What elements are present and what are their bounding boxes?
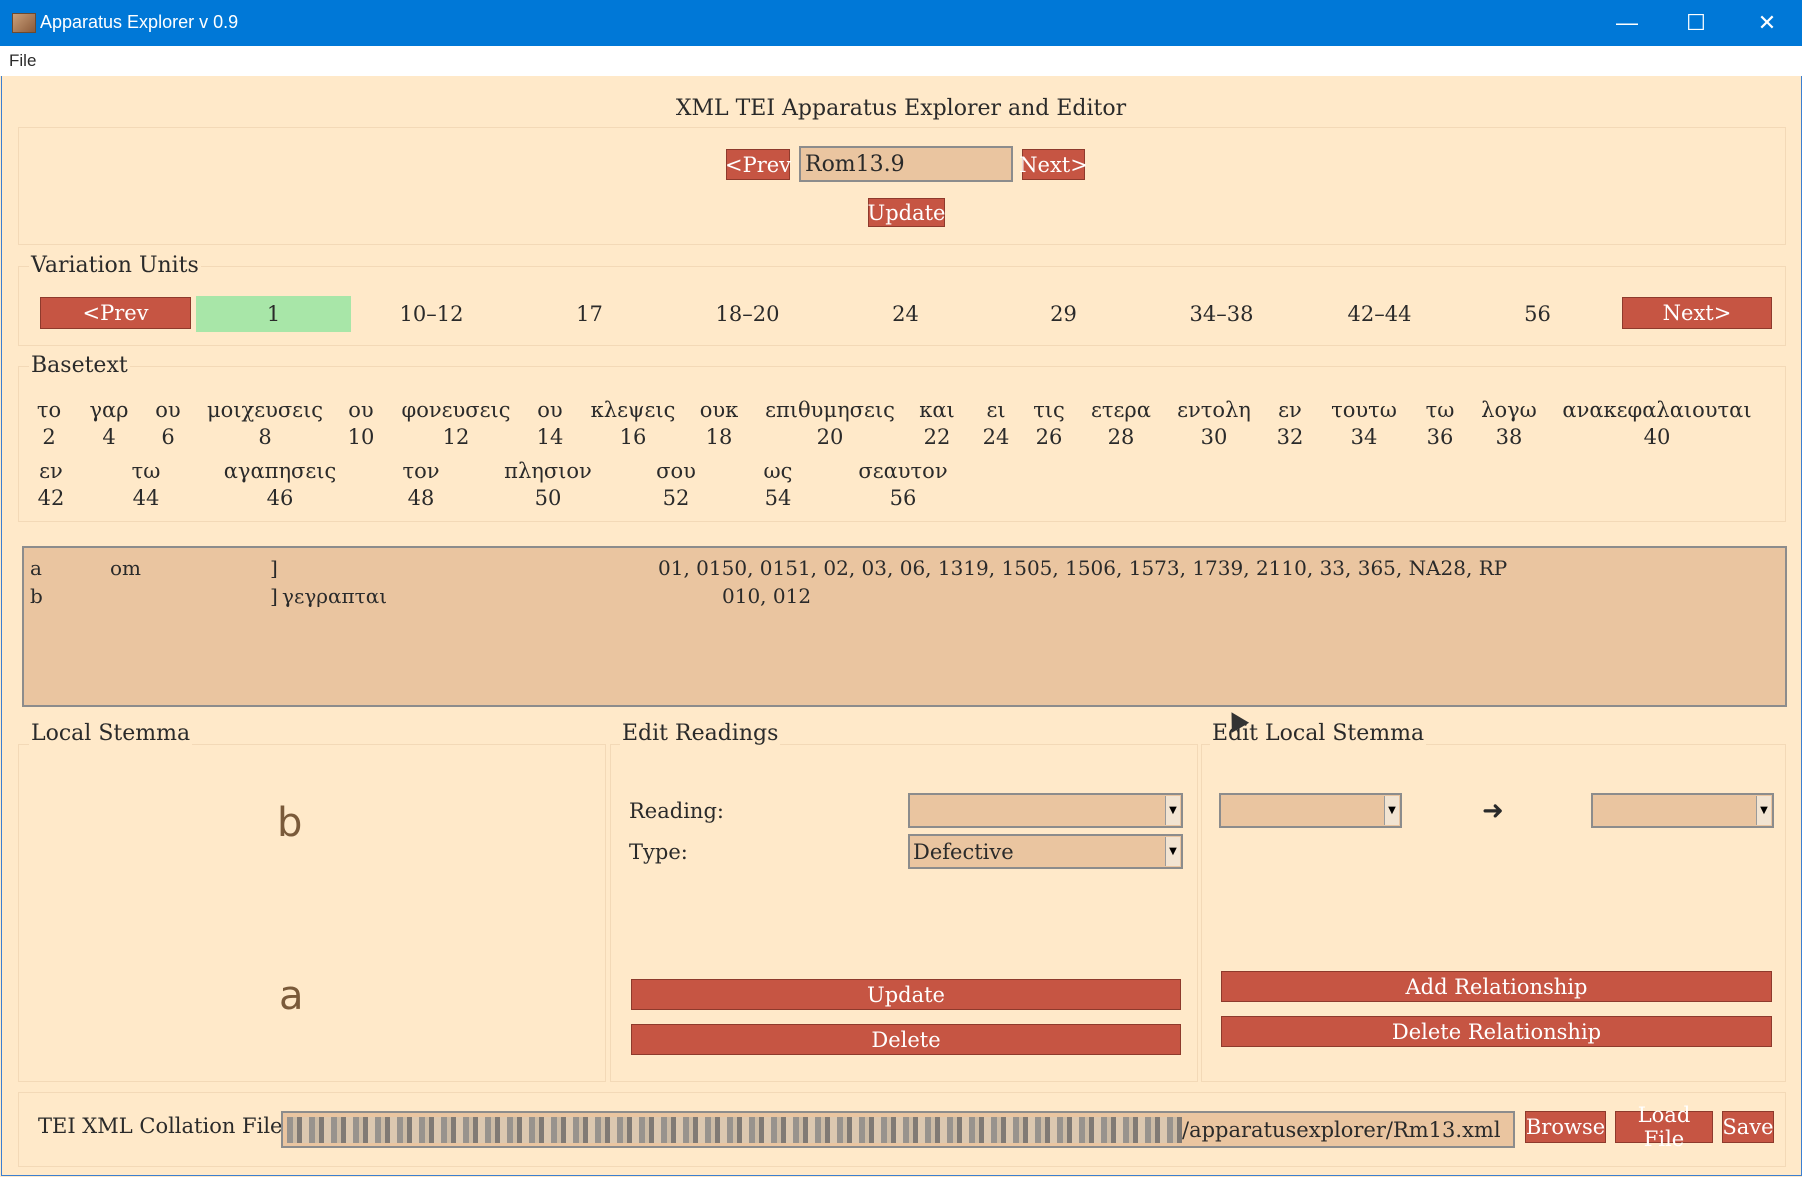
dropdown-arrow-icon[interactable]: ▼ <box>1756 796 1771 825</box>
maximize-icon[interactable]: ☐ <box>1661 0 1731 46</box>
reading-bracket: ] <box>270 556 278 580</box>
verse-input[interactable]: Rom13.9 <box>799 146 1013 182</box>
app-icon <box>12 13 36 33</box>
variation-unit-item[interactable]: 34–38 <box>1144 296 1299 332</box>
redacted-path <box>287 1116 1182 1143</box>
reading-witnesses: 010, 012 <box>722 584 812 608</box>
variation-unit-item[interactable]: 10–12 <box>354 296 509 332</box>
basetext-word-index: 40 <box>1643 425 1671 449</box>
readings-list[interactable]: a om ] 01, 0150, 0151, 02, 03, 06, 1319,… <box>22 546 1787 707</box>
variation-unit-item[interactable]: 24 <box>828 296 983 332</box>
stemma-to-select[interactable]: ▼ <box>1591 793 1774 828</box>
basetext-word-text: σεαυτον <box>858 459 948 483</box>
vu-next-button[interactable]: Next> <box>1622 297 1772 329</box>
verse-prev-button[interactable]: <Prev <box>725 149 791 180</box>
reading-field-label: Reading: <box>629 799 724 823</box>
type-select-value: Defective <box>913 839 1014 864</box>
vu-prev-button[interactable]: <Prev <box>40 297 191 329</box>
page-title: XML TEI Apparatus Explorer and Editor <box>675 96 1127 121</box>
variation-unit-item[interactable]: 18–20 <box>670 296 825 332</box>
collation-file-label: TEI XML Collation File: <box>38 1114 290 1138</box>
basetext-word[interactable]: σεαυτον 56 <box>803 458 1003 512</box>
basetext-label: Basetext <box>29 353 130 378</box>
minimize-icon[interactable]: — <box>1592 0 1662 46</box>
local-stemma-frame <box>18 744 606 1082</box>
verse-update-button[interactable]: Update <box>868 198 946 227</box>
reading-bracket: ] <box>270 584 278 608</box>
arrow-right-icon: ➜ <box>1482 796 1504 826</box>
reading-select[interactable]: ▼ <box>908 793 1183 828</box>
dropdown-arrow-icon[interactable]: ▼ <box>1165 837 1180 866</box>
edit-readings-label: Edit Readings <box>620 721 781 746</box>
verse-next-button[interactable]: Next> <box>1019 149 1088 180</box>
type-select[interactable]: Defective ▼ <box>908 834 1183 869</box>
menu-file[interactable]: File <box>9 51 36 71</box>
dropdown-arrow-icon[interactable]: ▼ <box>1165 796 1180 825</box>
dropdown-arrow-icon[interactable]: ▼ <box>1384 796 1399 825</box>
reading-id: a <box>30 556 42 580</box>
reading-text: om <box>110 556 142 580</box>
variation-unit-item[interactable]: 17 <box>512 296 667 332</box>
basetext-word[interactable]: ανακεφαλαιουται 40 <box>1557 397 1757 451</box>
reading-delete-button[interactable]: Delete <box>631 1024 1181 1055</box>
stemma-node[interactable]: b <box>277 800 302 846</box>
variation-units-label: Variation Units <box>29 253 201 278</box>
save-button[interactable]: Save <box>1722 1111 1774 1143</box>
local-stemma-label: Local Stemma <box>29 721 193 746</box>
variation-unit-item[interactable]: 42–44 <box>1302 296 1457 332</box>
add-relationship-button[interactable]: Add Relationship <box>1221 971 1772 1002</box>
reading-id: b <box>30 584 43 608</box>
reading-witnesses: 01, 0150, 0151, 02, 03, 06, 1319, 1505, … <box>658 556 1508 580</box>
type-field-label: Type: <box>629 840 688 864</box>
basetext-word-text: ανακεφαλαιουται <box>1562 398 1752 422</box>
menu-bar: File <box>0 46 1802 76</box>
reading-greek: γεγραπται <box>282 584 388 608</box>
stemma-node[interactable]: a <box>279 973 304 1019</box>
stemma-from-select[interactable]: ▼ <box>1219 793 1402 828</box>
variation-unit-item[interactable]: 29 <box>986 296 1141 332</box>
window-title: Apparatus Explorer v 0.9 <box>40 12 239 32</box>
browse-button[interactable]: Browse <box>1525 1111 1606 1143</box>
variation-unit-item[interactable]: 1 <box>196 296 351 332</box>
delete-relationship-button[interactable]: Delete Relationship <box>1221 1016 1772 1047</box>
basetext-word-index: 56 <box>889 486 917 510</box>
close-icon[interactable]: ✕ <box>1732 0 1802 46</box>
collation-file-path: /apparatusexplorer/Rm13.xml <box>1182 1117 1501 1142</box>
verse-nav-frame <box>18 127 1786 245</box>
reading-update-button[interactable]: Update <box>631 979 1181 1010</box>
load-file-button[interactable]: Load File <box>1615 1103 1713 1151</box>
title-bar: Apparatus Explorer v 0.9 — ☐ ✕ <box>0 0 1802 46</box>
collation-file-input[interactable]: /apparatusexplorer/Rm13.xml <box>281 1111 1515 1148</box>
variation-unit-item[interactable]: 56 <box>1460 296 1615 332</box>
